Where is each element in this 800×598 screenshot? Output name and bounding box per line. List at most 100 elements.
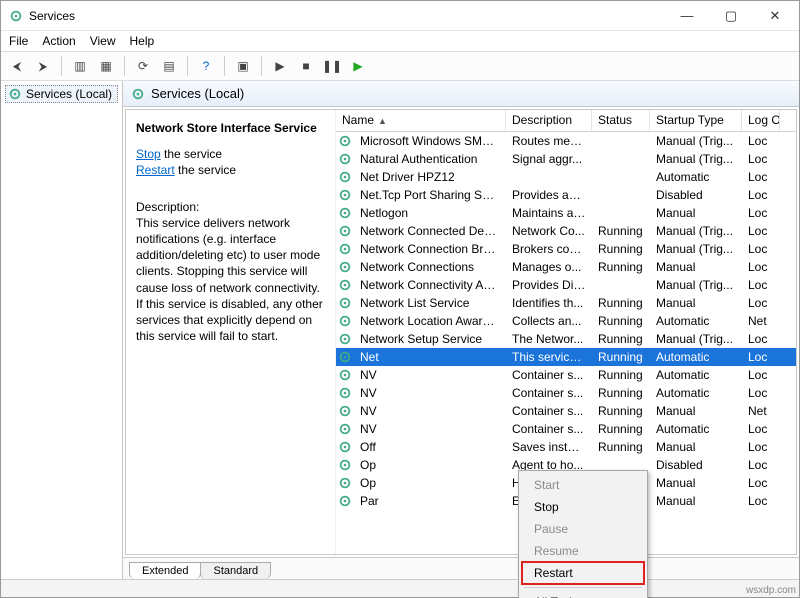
service-row[interactable]: NVContainer s...RunningManualNet [336, 402, 796, 420]
tab-standard[interactable]: Standard [200, 562, 271, 579]
properties-icon[interactable]: ▣ [233, 56, 253, 76]
cell-description: Signal aggr... [506, 152, 592, 166]
start-service-button[interactable]: ▶ [270, 56, 290, 76]
ctx-start[interactable]: Start [522, 474, 644, 496]
col-startup[interactable]: Startup Type [650, 110, 742, 131]
menu-action[interactable]: Action [42, 34, 75, 48]
description-text: This service delivers network notificati… [136, 215, 325, 345]
gear-icon [336, 494, 354, 508]
help-button[interactable]: ? [196, 56, 216, 76]
cell-status: Running [592, 404, 650, 418]
cell-description: Provides Dir... [506, 278, 592, 292]
description-label: Description: [136, 199, 325, 215]
cell-startup: Automatic [650, 350, 742, 364]
col-name[interactable]: Name▲ [336, 110, 506, 131]
service-row[interactable]: NetlogonMaintains a ...ManualLoc [336, 204, 796, 222]
stop-link[interactable]: Stop [136, 147, 161, 161]
back-button[interactable]: ⮜ [7, 56, 27, 76]
gear-icon [336, 224, 354, 238]
maximize-button[interactable]: ▢ [709, 2, 753, 30]
ctx-stop[interactable]: Stop [522, 496, 644, 518]
service-row[interactable]: NetThis service ...RunningAutomaticLoc [336, 348, 796, 366]
tree-root-label: Services (Local) [26, 87, 112, 101]
cell-name: NV [354, 404, 506, 418]
cell-name: Network Connections [354, 260, 506, 274]
cell-startup: Manual [650, 476, 742, 490]
pane-header: Services (Local) [123, 81, 799, 107]
cell-name: Par [354, 494, 506, 508]
menu-help[interactable]: Help [130, 34, 155, 48]
titlebar[interactable]: Services — ▢ ✕ [1, 1, 799, 31]
cell-description: Container s... [506, 422, 592, 436]
service-row[interactable]: NVContainer s...RunningAutomaticLoc [336, 420, 796, 438]
service-heading: Network Store Interface Service [136, 120, 325, 136]
properties-button[interactable]: ▦ [96, 56, 116, 76]
stop-service-button[interactable]: ■ [296, 56, 316, 76]
restart-service-button[interactable]: ▶ [348, 56, 368, 76]
service-row[interactable]: Network Connectivity Assis...Provides Di… [336, 276, 796, 294]
cell-description: Container s... [506, 386, 592, 400]
cell-name: Net [354, 350, 506, 364]
ctx-all-tasks[interactable]: All Tasks▸ [522, 591, 644, 598]
cell-logon: Loc [742, 134, 780, 148]
tab-extended[interactable]: Extended [129, 562, 201, 579]
service-row[interactable]: Network Location AwarenessCollects an...… [336, 312, 796, 330]
tree-root-services-local[interactable]: Services (Local) [5, 85, 118, 103]
ctx-pause[interactable]: Pause [522, 518, 644, 540]
service-row[interactable]: Natural AuthenticationSignal aggr...Manu… [336, 150, 796, 168]
cell-description: Brokers con... [506, 242, 592, 256]
col-description[interactable]: Description [506, 110, 592, 131]
ctx-restart[interactable]: Restart [522, 562, 644, 584]
cell-startup: Automatic [650, 422, 742, 436]
col-status[interactable]: Status [592, 110, 650, 131]
cell-logon: Net [742, 314, 780, 328]
menu-file[interactable]: File [9, 34, 28, 48]
col-logon[interactable]: Log On As [742, 110, 780, 131]
cell-logon: Loc [742, 350, 780, 364]
cell-logon: Net [742, 404, 780, 418]
service-row[interactable]: Network Connection BrokerBrokers con...R… [336, 240, 796, 258]
gear-icon [336, 440, 354, 454]
cell-startup: Manual [650, 440, 742, 454]
service-row[interactable]: Microsoft Windows SMS Ro...Routes mes...… [336, 132, 796, 150]
service-row[interactable]: NVContainer s...RunningAutomaticLoc [336, 384, 796, 402]
detail-pane: Network Store Interface Service Stop the… [126, 110, 336, 554]
cell-status: Running [592, 332, 650, 346]
column-headers: Name▲ Description Status Startup Type Lo… [336, 110, 796, 132]
service-row[interactable]: Net Driver HPZ12AutomaticLoc [336, 168, 796, 186]
forward-button[interactable]: ⮞ [33, 56, 53, 76]
cell-logon: Loc [742, 260, 780, 274]
minimize-button[interactable]: — [665, 2, 709, 30]
cell-logon: Loc [742, 494, 780, 508]
gear-icon [336, 242, 354, 256]
show-hide-tree-button[interactable]: ▥ [70, 56, 90, 76]
menubar: File Action View Help [1, 31, 799, 51]
service-row[interactable]: OffSaves install...RunningManualLoc [336, 438, 796, 456]
export-button[interactable]: ▤ [159, 56, 179, 76]
cell-name: Network Location Awareness [354, 314, 506, 328]
cell-logon: Loc [742, 440, 780, 454]
cell-description: This service ... [506, 350, 592, 364]
service-row[interactable]: Network List ServiceIdentifies th...Runn… [336, 294, 796, 312]
cell-status: Running [592, 422, 650, 436]
service-row[interactable]: NVContainer s...RunningAutomaticLoc [336, 366, 796, 384]
toolbar: ⮜ ⮞ ▥ ▦ ⟳ ▤ ? ▣ ▶ ■ ❚❚ ▶ [1, 51, 799, 81]
cell-logon: Loc [742, 224, 780, 238]
cell-status: Running [592, 386, 650, 400]
cell-description: Maintains a ... [506, 206, 592, 220]
cell-description: Container s... [506, 368, 592, 382]
ctx-resume[interactable]: Resume [522, 540, 644, 562]
refresh-button[interactable]: ⟳ [133, 56, 153, 76]
cell-startup: Automatic [650, 314, 742, 328]
pause-service-button[interactable]: ❚❚ [322, 56, 342, 76]
cell-name: Network Connection Broker [354, 242, 506, 256]
cell-logon: Loc [742, 170, 780, 184]
service-row[interactable]: Network Setup ServiceThe Networ...Runnin… [336, 330, 796, 348]
cell-name: Op [354, 458, 506, 472]
menu-view[interactable]: View [90, 34, 116, 48]
close-button[interactable]: ✕ [753, 2, 797, 30]
service-row[interactable]: Network ConnectionsManages o...RunningMa… [336, 258, 796, 276]
restart-link[interactable]: Restart [136, 163, 175, 177]
service-row[interactable]: Net.Tcp Port Sharing ServiceProvides abi… [336, 186, 796, 204]
service-row[interactable]: Network Connected Device...Network Co...… [336, 222, 796, 240]
